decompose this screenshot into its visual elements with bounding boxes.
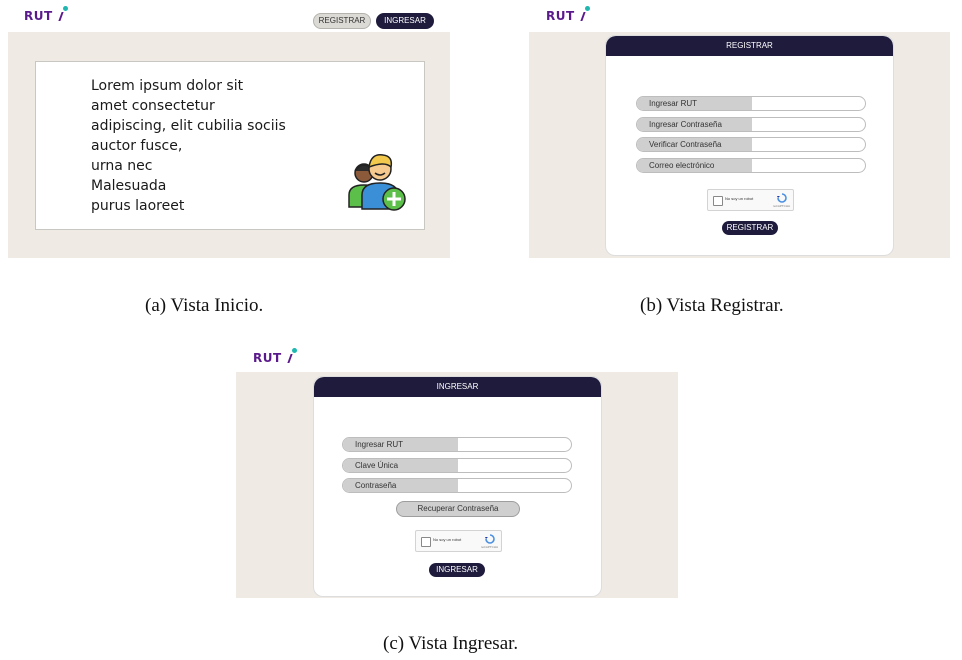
- login-header: INGRESAR: [314, 377, 601, 397]
- register-card: REGISTRAR Ingresar RUT Ingresar Contrase…: [605, 35, 894, 256]
- captcha-widget: No soy un robot reCAPTCHA: [707, 189, 794, 211]
- login-button[interactable]: INGRESAR: [376, 13, 434, 29]
- captcha-brand: reCAPTCHA: [480, 545, 498, 549]
- field-label: Contraseña: [343, 479, 458, 492]
- recover-password-button[interactable]: Recuperar Contraseña: [396, 501, 520, 517]
- hero-line: amet consectetur: [91, 98, 215, 114]
- captcha-widget: No soy un robot reCAPTCHA: [415, 530, 502, 552]
- register-submit-button[interactable]: REGISTRAR: [722, 221, 778, 235]
- caption-a: (a) Vista Inicio.: [145, 295, 264, 316]
- field-label: Ingresar Contraseña: [637, 118, 752, 131]
- hero-line: purus laoreet: [91, 198, 185, 214]
- field-label: Ingresar RUT: [343, 438, 458, 451]
- clave-unica-field[interactable]: Clave Única: [342, 458, 572, 473]
- captcha-text: No soy un robot: [725, 196, 754, 201]
- hero-line: Malesuada: [91, 178, 167, 194]
- brand-logo[interactable]: RUT: [546, 6, 590, 23]
- email-field[interactable]: Correo electrónico: [636, 158, 866, 173]
- password-field[interactable]: Contraseña: [342, 478, 572, 493]
- login-submit-button[interactable]: INGRESAR: [429, 563, 485, 577]
- hero-line: urna nec: [91, 158, 153, 174]
- hero-line: adipiscing, elit cubilia sociis: [91, 118, 286, 134]
- brand-logo[interactable]: RUT: [24, 6, 68, 23]
- add-user-icon: [348, 154, 406, 211]
- verify-password-field[interactable]: Verificar Contraseña: [636, 137, 866, 152]
- captcha-checkbox[interactable]: [421, 537, 431, 547]
- register-header: REGISTRAR: [606, 36, 893, 56]
- caption-b: (b) Vista Registrar.: [640, 295, 784, 316]
- field-label: Verificar Contraseña: [637, 138, 752, 151]
- hero-text: Lorem ipsum dolor sit amet consectetur a…: [91, 76, 286, 216]
- field-label: Clave Única: [343, 459, 458, 472]
- captcha-checkbox[interactable]: [713, 196, 723, 206]
- caption-c: (c) Vista Ingresar.: [383, 633, 519, 654]
- recaptcha-icon: [485, 534, 495, 544]
- hero-line: Lorem ipsum dolor sit: [91, 78, 244, 94]
- register-button[interactable]: REGISTRAR: [313, 13, 371, 29]
- rut-field[interactable]: Ingresar RUT: [342, 437, 572, 452]
- hero-card: Lorem ipsum dolor sit amet consectetur a…: [35, 61, 425, 230]
- field-label: Ingresar RUT: [637, 97, 752, 110]
- password-field[interactable]: Ingresar Contraseña: [636, 117, 866, 132]
- captcha-text: No soy un robot: [433, 537, 462, 542]
- hero-line: auctor fusce,: [91, 138, 183, 154]
- captcha-brand: reCAPTCHA: [772, 204, 790, 208]
- field-label: Correo electrónico: [637, 159, 752, 172]
- rut-field[interactable]: Ingresar RUT: [636, 96, 866, 111]
- brand-logo[interactable]: RUT: [253, 348, 297, 365]
- login-card: INGRESAR Ingresar RUT Clave Única Contra…: [313, 376, 602, 597]
- recaptcha-icon: [777, 193, 787, 203]
